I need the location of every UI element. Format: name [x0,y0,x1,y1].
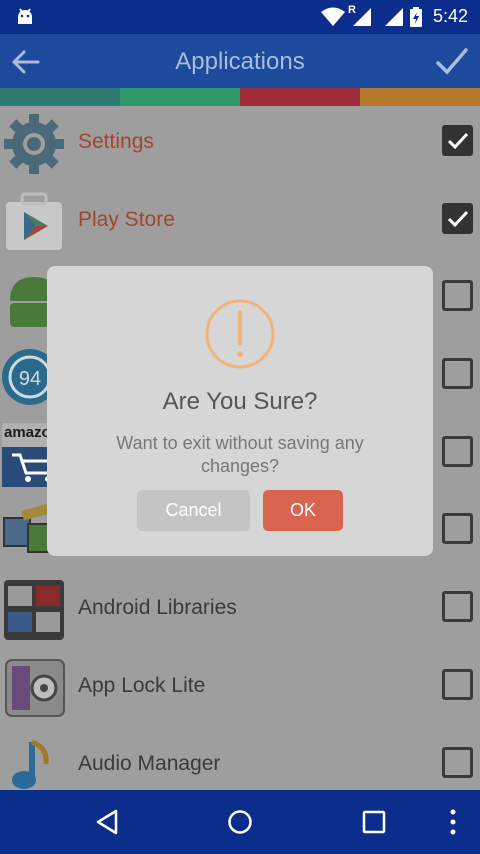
app-label: App Lock Lite [78,673,206,697]
cancel-button[interactable]: Cancel [137,490,250,531]
alert-icon [205,299,275,369]
strip-segment [0,88,120,106]
play-store-icon [6,192,62,250]
app-label: Settings [78,130,154,153]
ok-button[interactable]: OK [263,490,343,531]
app-checkbox[interactable] [442,280,473,312]
color-strip [0,88,480,106]
cell-signal-icon [353,8,371,26]
status-bar: R 5:42 [0,0,480,34]
app-label: Play Store [78,207,175,231]
app-checkbox[interactable] [442,202,473,234]
android-notification-icon [18,8,32,24]
battery-icon [410,7,422,27]
app-label: Android Libraries [78,596,237,620]
overflow-menu-icon[interactable] [448,808,458,836]
app-checkbox[interactable] [442,668,473,700]
navigation-bar [0,790,480,854]
checkmark-icon [447,132,469,150]
app-label: Audio Manager [78,751,221,775]
libraries-icon [4,580,64,641]
app-checkbox[interactable] [442,513,473,545]
app-checkbox[interactable] [442,125,473,156]
list-item[interactable]: Android Libraries [0,572,480,650]
icon-text: amazo [4,424,51,441]
app-checkbox[interactable] [442,746,473,778]
app-bar: Applications [0,34,480,88]
dialog-title: Are You Sure? [162,388,318,415]
app-checkbox[interactable] [442,435,473,467]
music-note-icon [12,739,49,789]
safe-lock-icon [5,658,65,717]
wifi-icon [321,7,345,26]
back-triangle-icon[interactable] [94,808,120,836]
strip-segment [360,88,480,106]
icon-text: 94 [19,368,41,390]
cell-signal-2-icon [385,8,403,26]
recents-square-icon[interactable] [361,808,387,836]
save-check-icon[interactable] [434,44,470,80]
app-checkbox[interactable] [442,358,473,390]
list-item[interactable]: Settings [0,106,480,184]
strip-segment [120,88,240,106]
list-item[interactable]: App Lock Lite [0,650,480,728]
checkmark-icon [447,210,469,227]
confirm-dialog: Are You Sure? Want to exit without savin… [47,266,433,556]
strip-segment [240,88,360,106]
settings-gear-icon [4,114,64,174]
page-title: Applications [175,48,305,75]
home-circle-icon[interactable] [227,808,253,836]
dialog-message: Want to exit without saving any changes? [116,433,364,476]
app-checkbox[interactable] [442,591,473,623]
list-item[interactable]: Play Store [0,184,480,262]
status-time: 5:42 [432,6,468,26]
